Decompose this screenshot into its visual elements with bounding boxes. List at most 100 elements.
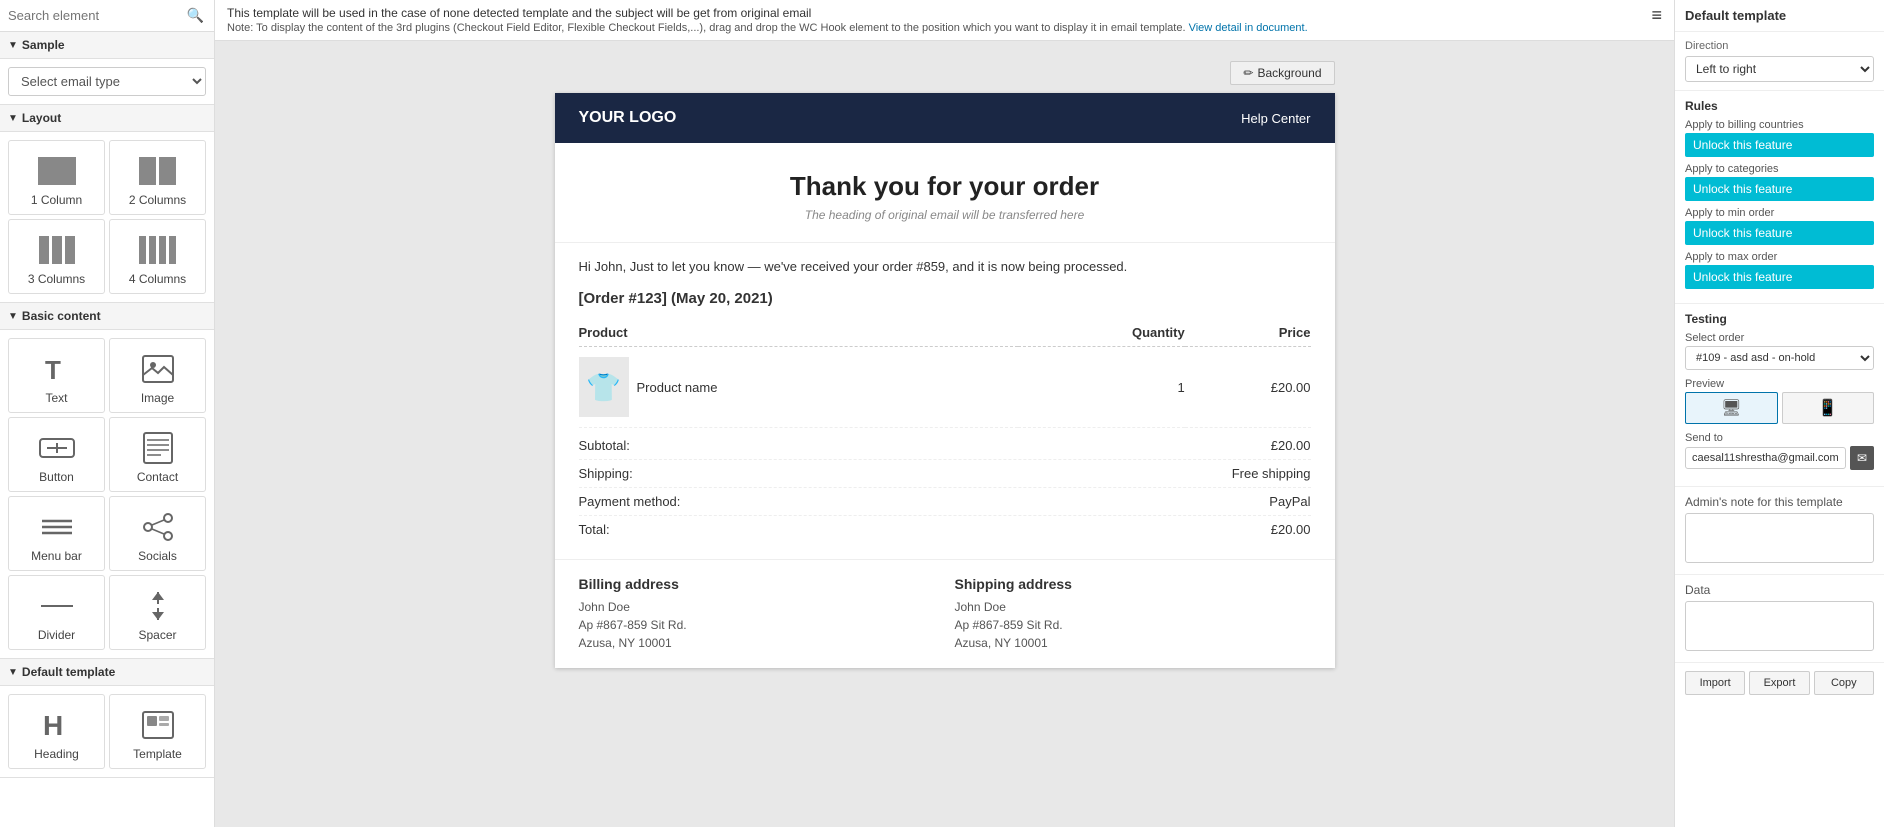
3col-label: 3 Columns — [28, 272, 85, 286]
select-order-dropdown[interactable]: #109 - asd asd - on-hold — [1685, 346, 1874, 370]
sample-label: Sample — [22, 38, 65, 52]
categories-rule: Apply to categories Unlock this feature — [1685, 163, 1874, 201]
element-image[interactable]: Image — [109, 338, 206, 413]
preview-row: 🖥 📱 — [1685, 392, 1874, 424]
action-buttons: Import Export Copy — [1675, 663, 1884, 703]
shipping-value: Free shipping — [1232, 466, 1311, 481]
admin-note-textarea[interactable] — [1685, 513, 1874, 563]
layout-2col[interactable]: 2 Columns — [109, 140, 206, 215]
search-input[interactable] — [8, 8, 185, 23]
product-image: 👕 — [579, 357, 629, 417]
view-detail-link[interactable]: View detail in document. — [1189, 22, 1308, 34]
layout-1col[interactable]: 1 Column — [8, 140, 105, 215]
element-menubar[interactable]: Menu bar — [8, 496, 105, 571]
unlock-min-order-btn[interactable]: Unlock this feature — [1685, 221, 1874, 245]
payment-label: Payment method: — [579, 494, 681, 509]
testing-section: Testing Select order #109 - asd asd - on… — [1675, 304, 1884, 487]
template-box-icon — [142, 707, 174, 743]
divider-icon — [39, 588, 75, 624]
svg-text:T: T — [45, 355, 61, 385]
table-row: 👕 Product name 1 £20.00 — [579, 347, 1311, 428]
billing-countries-rule: Apply to billing countries Unlock this f… — [1685, 119, 1874, 157]
shipping-row: Shipping: Free shipping — [579, 460, 1311, 488]
heading-icon: H — [41, 707, 73, 743]
layout-grid: 1 Column 2 Columns 3 Columns 4 Columns — [0, 132, 214, 303]
copy-button[interactable]: Copy — [1814, 671, 1874, 695]
order-number: [Order #123] (May 20, 2021) — [579, 290, 1311, 307]
col-quantity: Quantity — [1018, 319, 1185, 347]
billing-address: Billing address John Doe Ap #867-859 Sit… — [579, 576, 935, 652]
min-order-rule: Apply to min order Unlock this feature — [1685, 207, 1874, 245]
data-textarea[interactable] — [1685, 601, 1874, 651]
spacer-label: Spacer — [138, 628, 176, 642]
element-contact[interactable]: Contact — [109, 417, 206, 492]
element-socials[interactable]: Socials — [109, 496, 206, 571]
send-to-row: ✉ — [1685, 446, 1874, 470]
send-to-input[interactable] — [1685, 447, 1846, 469]
preview-desktop-btn[interactable]: 🖥 — [1685, 392, 1778, 424]
email-body-text: Hi John, Just to let you know — we've re… — [579, 259, 1311, 274]
shipping-label: Shipping: — [579, 466, 633, 481]
contact-label: Contact — [137, 470, 178, 484]
text-icon: T — [41, 351, 73, 387]
sample-section: Select email type — [0, 59, 214, 105]
basic-content-section-header[interactable]: ▼ Basic content — [0, 303, 214, 330]
menu-icon[interactable]: ≡ — [1651, 6, 1662, 24]
email-template: YOUR LOGO Help Center Thank you for your… — [555, 93, 1335, 668]
email-title-section: Thank you for your order The heading of … — [555, 143, 1335, 242]
element-spacer[interactable]: Spacer — [109, 575, 206, 650]
unlock-billing-btn[interactable]: Unlock this feature — [1685, 133, 1874, 157]
product-price: £20.00 — [1185, 347, 1311, 428]
sample-section-header[interactable]: ▼ Sample — [0, 32, 214, 59]
select-order-label: Select order — [1685, 332, 1874, 344]
chevron-icon: ▼ — [8, 40, 18, 51]
tshirt-icon: 👕 — [586, 371, 621, 404]
menubar-label: Menu bar — [31, 549, 82, 563]
export-button[interactable]: Export — [1749, 671, 1809, 695]
search-button[interactable]: 🔍 — [185, 5, 206, 26]
element-heading[interactable]: H Heading — [8, 694, 105, 769]
template-name: Default template — [1675, 0, 1884, 32]
rules-label: Rules — [1685, 99, 1874, 113]
address-section: Billing address John Doe Ap #867-859 Sit… — [555, 559, 1335, 668]
unlock-categories-btn[interactable]: Unlock this feature — [1685, 177, 1874, 201]
default-template-section-header[interactable]: ▼ Default template — [0, 659, 214, 686]
unlock-max-order-btn[interactable]: Unlock this feature — [1685, 265, 1874, 289]
element-button[interactable]: Button — [8, 417, 105, 492]
send-to-label: Send to — [1685, 432, 1874, 444]
background-button[interactable]: ✏ Background — [1230, 61, 1334, 85]
preview-mobile-btn[interactable]: 📱 — [1782, 392, 1875, 424]
direction-select[interactable]: Left to right — [1685, 56, 1874, 82]
order-summary: Subtotal: £20.00 Shipping: Free shipping… — [579, 432, 1311, 543]
total-value: £20.00 — [1271, 522, 1311, 537]
4col-icon — [139, 232, 176, 268]
element-template-box[interactable]: Template — [109, 694, 206, 769]
layout-4col[interactable]: 4 Columns — [109, 219, 206, 294]
main-area: This template will be used in the case o… — [215, 0, 1674, 827]
product-qty: 1 — [1018, 347, 1185, 428]
import-button[interactable]: Import — [1685, 671, 1745, 695]
billing-countries-label: Apply to billing countries — [1685, 119, 1874, 131]
billing-addr2: Azusa, NY 10001 — [579, 634, 935, 652]
2col-icon — [139, 153, 176, 189]
email-type-select[interactable]: Select email type — [8, 67, 206, 96]
right-panel: Default template Direction Left to right… — [1674, 0, 1884, 827]
basic-content-label: Basic content — [22, 309, 101, 323]
categories-label: Apply to categories — [1685, 163, 1874, 175]
subtotal-row: Subtotal: £20.00 — [579, 432, 1311, 460]
menubar-icon — [40, 509, 74, 545]
email-logo: YOUR LOGO — [579, 109, 677, 127]
element-divider[interactable]: Divider — [8, 575, 105, 650]
layout-3col[interactable]: 3 Columns — [8, 219, 105, 294]
layout-section-header[interactable]: ▼ Layout — [0, 105, 214, 132]
max-order-label: Apply to max order — [1685, 251, 1874, 263]
search-bar: 🔍 — [0, 0, 214, 32]
chevron-icon: ▼ — [8, 667, 18, 678]
billing-name: John Doe — [579, 598, 935, 616]
bg-btn-label: Background — [1257, 66, 1321, 80]
total-label: Total: — [579, 522, 610, 537]
send-email-button[interactable]: ✉ — [1850, 446, 1874, 470]
element-text[interactable]: T Text — [8, 338, 105, 413]
email-content: Hi John, Just to let you know — we've re… — [555, 242, 1335, 559]
email-title: Thank you for your order — [595, 171, 1295, 202]
